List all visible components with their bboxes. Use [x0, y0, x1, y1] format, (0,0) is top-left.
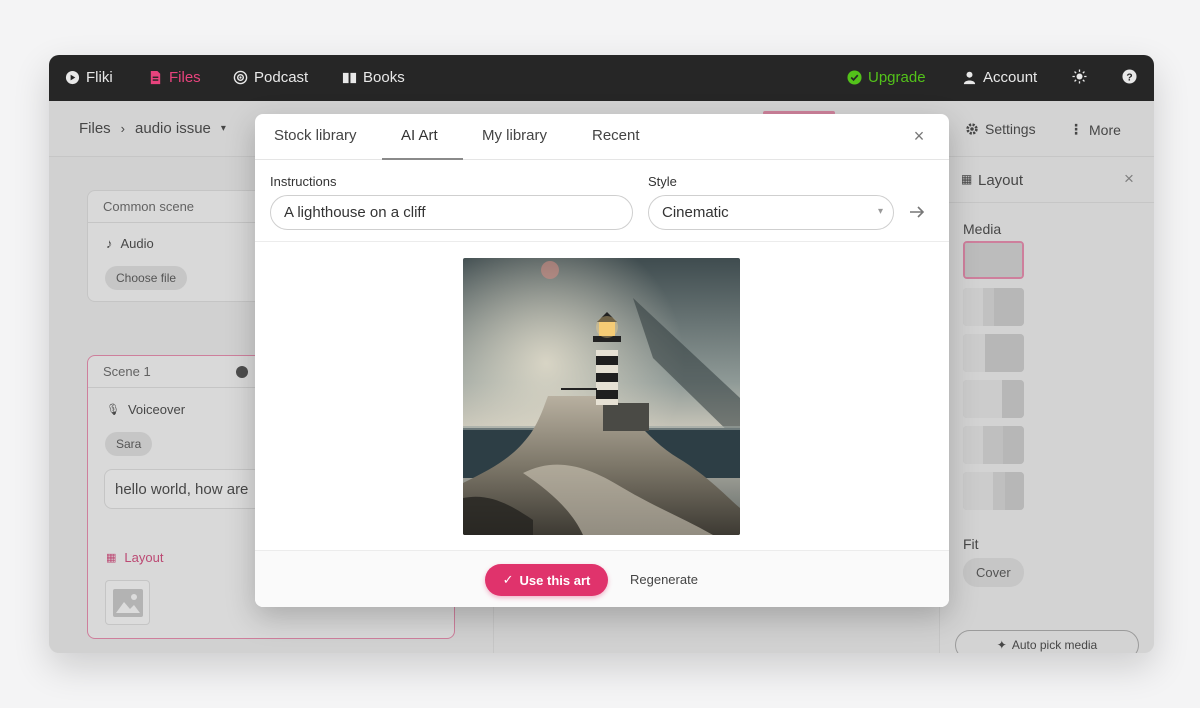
arrow-right-icon	[910, 206, 925, 218]
nav-books[interactable]: Books	[342, 69, 405, 86]
svg-text:?: ?	[1126, 72, 1132, 83]
regenerate-button[interactable]: Regenerate	[630, 572, 698, 587]
close-icon[interactable]: ×	[910, 127, 928, 145]
nav-books-label: Books	[363, 69, 405, 86]
theme-toggle[interactable]	[1072, 69, 1087, 84]
tab-my-library[interactable]: My library	[482, 127, 547, 144]
style-select[interactable]: Cinematic ▾	[648, 195, 894, 230]
nav-files[interactable]: Files	[148, 69, 201, 86]
tab-ai-art[interactable]: AI Art	[401, 127, 438, 144]
instructions-input[interactable]: A lighthouse on a cliff	[270, 195, 633, 230]
style-label: Style	[648, 174, 677, 189]
use-this-art-label: Use this art	[519, 572, 591, 588]
modal-footer: ✓ Use this art Regenerate	[255, 550, 949, 607]
book-icon	[342, 72, 357, 84]
use-this-art-button[interactable]: ✓ Use this art	[485, 564, 608, 596]
active-tab-indicator	[382, 158, 463, 160]
nav-account[interactable]: Account	[962, 69, 1037, 86]
ai-art-modal: Stock library AI Art My library Recent ×…	[255, 114, 949, 607]
tab-recent[interactable]: Recent	[592, 127, 640, 144]
instructions-label: Instructions	[270, 174, 337, 189]
podcast-icon	[233, 70, 248, 85]
sun-icon	[1072, 69, 1087, 84]
check-circle-icon	[847, 70, 862, 85]
nav-upgrade-label: Upgrade	[868, 69, 926, 86]
nav-account-label: Account	[983, 69, 1038, 86]
nav-upgrade[interactable]: Upgrade	[847, 69, 926, 86]
generated-art-image[interactable]	[463, 258, 740, 535]
help-icon: ?	[1122, 69, 1137, 84]
generate-arrow-button[interactable]	[906, 201, 928, 223]
help-button[interactable]: ?	[1122, 69, 1137, 84]
user-icon	[963, 71, 976, 85]
logo-label: Fliki	[86, 69, 113, 86]
check-icon: ✓	[502, 572, 514, 587]
modal-tabs: Stock library AI Art My library Recent ×	[255, 114, 949, 160]
nav-podcast-label: Podcast	[254, 69, 309, 86]
nav-files-label: Files	[169, 69, 201, 86]
nav-podcast[interactable]: Podcast	[233, 69, 308, 86]
form-divider	[255, 241, 949, 242]
tab-stock-library[interactable]: Stock library	[274, 127, 357, 144]
top-nav: Fliki Files Podcast Books Upgrade Accoun…	[49, 55, 1154, 101]
style-value: Cinematic	[662, 204, 729, 221]
chevron-down-icon: ▾	[877, 206, 883, 217]
file-icon	[150, 70, 161, 85]
fliki-logo-icon	[65, 70, 80, 85]
lighthouse-artwork	[463, 258, 740, 535]
nav-logo[interactable]: Fliki	[65, 69, 113, 86]
